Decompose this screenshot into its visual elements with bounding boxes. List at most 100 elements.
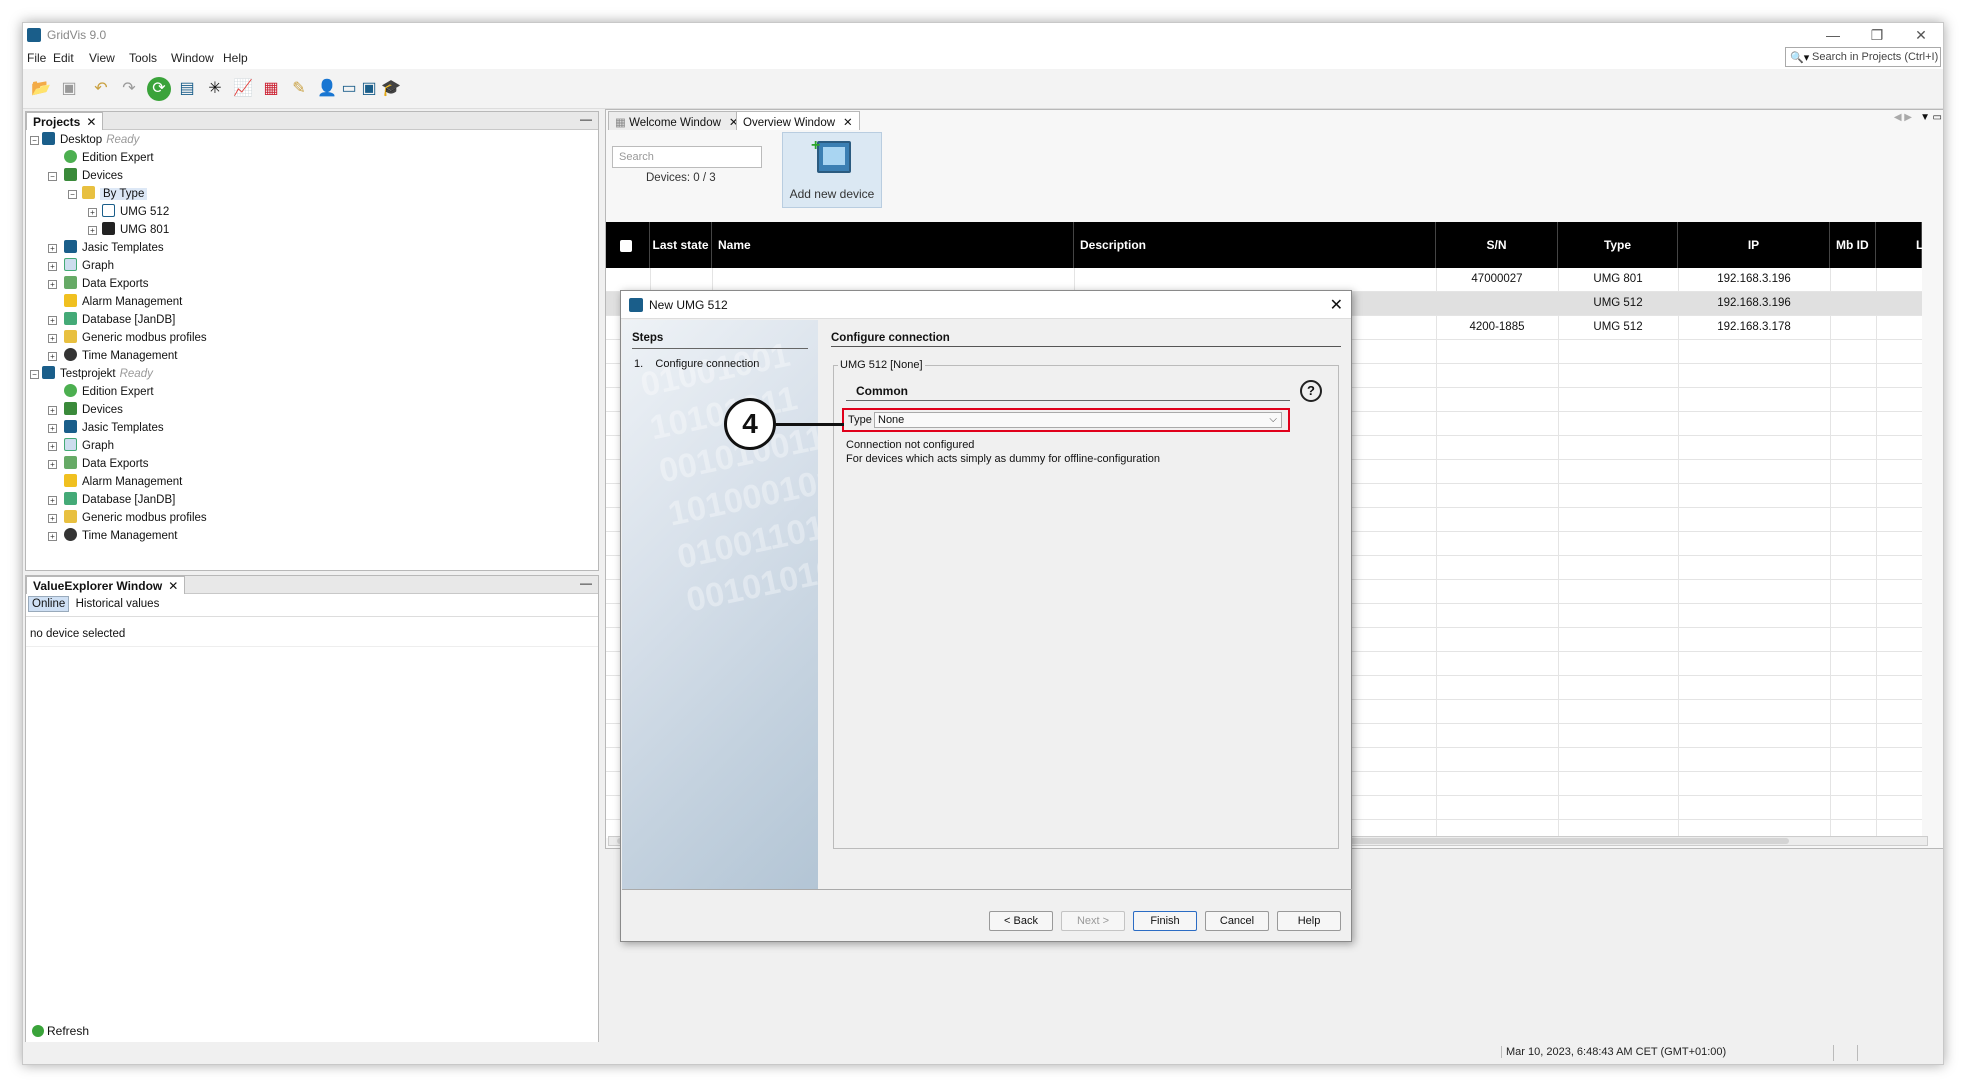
tree-item-modbus[interactable]: Generic modbus profiles xyxy=(64,510,207,526)
add-new-device-button[interactable]: + Add new device xyxy=(782,132,882,208)
expand-icon[interactable]: + xyxy=(48,316,57,325)
tree-item-database[interactable]: Database [JanDB] xyxy=(64,492,175,508)
tree-item-devices[interactable]: Devices xyxy=(64,402,123,418)
overview-search-input[interactable]: Search xyxy=(612,146,762,168)
tree-item-alarm[interactable]: Alarm Management xyxy=(64,474,182,490)
collapse-icon[interactable]: − xyxy=(68,190,77,199)
menu-file[interactable]: File xyxy=(27,51,46,65)
col-mb-id[interactable]: Mb ID xyxy=(1830,222,1876,268)
tree-item-desktop[interactable]: Desktop Ready xyxy=(42,132,139,148)
help-icon[interactable]: ? xyxy=(1300,380,1322,402)
expand-icon[interactable]: + xyxy=(48,352,57,361)
topology-icon[interactable]: ✳ xyxy=(203,77,227,101)
close-icon[interactable]: ✕ xyxy=(1330,295,1343,315)
expand-icon[interactable]: + xyxy=(48,514,57,523)
expand-icon[interactable]: + xyxy=(48,334,57,343)
tab-welcome-window[interactable]: ▦ Welcome Window ✕ xyxy=(608,111,746,130)
back-button[interactable]: < Back xyxy=(989,911,1053,931)
tab-projects[interactable]: Projects ✕ xyxy=(26,112,104,130)
undo-icon[interactable]: ↶ xyxy=(89,77,113,101)
menu-window[interactable]: Window xyxy=(171,51,214,65)
select-all-checkbox[interactable] xyxy=(620,240,632,252)
menu-edit[interactable]: Edit xyxy=(53,51,74,65)
tree-item-modbus[interactable]: Generic modbus profiles xyxy=(64,330,207,346)
finish-button[interactable]: Finish xyxy=(1133,911,1197,931)
expand-icon[interactable]: + xyxy=(48,406,57,415)
expand-icon[interactable]: + xyxy=(88,208,97,217)
expand-icon[interactable]: + xyxy=(48,244,57,253)
tab-overview-window[interactable]: Overview Window ✕ xyxy=(736,111,860,130)
expand-icon[interactable]: + xyxy=(48,280,57,289)
tree-item-data-exports[interactable]: Data Exports xyxy=(64,276,148,292)
user-icon[interactable]: 👤 xyxy=(315,77,339,101)
tree-item-jasic[interactable]: Jasic Templates xyxy=(64,420,164,436)
col-type[interactable]: Type xyxy=(1558,222,1678,268)
tree-item-umg512[interactable]: UMG 512 xyxy=(102,204,169,220)
menu-tools[interactable]: Tools xyxy=(129,51,157,65)
redo-icon[interactable]: ↷ xyxy=(117,77,141,101)
collapse-icon[interactable]: − xyxy=(30,370,39,379)
expand-icon[interactable]: + xyxy=(48,262,57,271)
help-button[interactable]: Help xyxy=(1277,911,1341,931)
minimize-icon[interactable]: — xyxy=(1811,25,1855,45)
close-icon[interactable]: ✕ xyxy=(1899,25,1943,45)
next-button[interactable]: Next > xyxy=(1061,911,1125,931)
minimize-panel-icon[interactable]: — xyxy=(580,576,592,590)
expand-icon[interactable]: + xyxy=(48,442,57,451)
collapse-icon[interactable]: − xyxy=(30,136,39,145)
expand-icon[interactable]: + xyxy=(48,532,57,541)
tree-item-by-type[interactable]: By Type xyxy=(82,186,148,202)
expand-icon[interactable]: + xyxy=(48,496,57,505)
expand-icon[interactable]: + xyxy=(48,424,57,433)
tree-item-data-exports[interactable]: Data Exports xyxy=(64,456,148,472)
refresh-button[interactable]: Refresh xyxy=(32,1024,89,1038)
col-ip[interactable]: IP xyxy=(1678,222,1830,268)
tree-item-umg801[interactable]: UMG 801 xyxy=(102,222,169,238)
save-icon[interactable]: ▣ xyxy=(57,77,81,101)
expand-icon[interactable]: + xyxy=(88,226,97,235)
maximize-icon[interactable]: ▭ xyxy=(1933,112,1942,123)
tab-online[interactable]: Online xyxy=(28,596,70,612)
tree-item-graph[interactable]: Graph xyxy=(64,258,114,274)
restore-icon[interactable]: ❐ xyxy=(1855,25,1899,45)
tree-item-database[interactable]: Database [JanDB] xyxy=(64,312,175,328)
device-icon[interactable]: ▤ xyxy=(175,77,199,101)
graph-icon[interactable]: 📈 xyxy=(231,77,255,101)
tools-icon[interactable]: ✎ xyxy=(287,77,311,101)
graduation-cap-icon[interactable]: 🎓 xyxy=(379,77,403,101)
close-icon[interactable]: ✕ xyxy=(168,579,178,593)
refresh-icon[interactable]: ⟳ xyxy=(147,77,171,101)
collapse-icon[interactable]: − xyxy=(48,172,57,181)
open-project-icon[interactable]: 📂 xyxy=(29,77,53,101)
tab-value-explorer[interactable]: ValueExplorer Window ✕ xyxy=(26,576,186,594)
col-l[interactable]: L xyxy=(1876,222,1923,268)
tree-item-edition-expert[interactable]: Edition Expert xyxy=(64,150,154,166)
col-last-state[interactable]: Last state xyxy=(650,222,712,268)
expand-icon[interactable]: + xyxy=(48,460,57,469)
table-row[interactable]: 47000027 UMG 801 192.168.3.196 xyxy=(606,268,1922,292)
tree-item-alarm[interactable]: Alarm Management xyxy=(64,294,182,310)
monitor-icon[interactable]: ▣ xyxy=(357,77,381,101)
cancel-button[interactable]: Cancel xyxy=(1205,911,1269,931)
menu-help[interactable]: Help xyxy=(223,51,248,65)
tree-item-devices[interactable]: Devices xyxy=(64,168,123,184)
tree-item-graph[interactable]: Graph xyxy=(64,438,114,454)
col-sn[interactable]: S/N xyxy=(1436,222,1558,268)
tab-scroll-left-icon[interactable]: ◀ ▶ xyxy=(1894,112,1912,123)
tree-item-time[interactable]: Time Management xyxy=(64,348,177,364)
minimize-panel-icon[interactable]: — xyxy=(580,112,592,126)
menu-view[interactable]: View xyxy=(89,51,115,65)
close-icon[interactable]: ✕ xyxy=(843,117,853,129)
col-name[interactable]: Name xyxy=(712,222,1074,268)
search-projects-input[interactable]: 🔍▾ Search in Projects (Ctrl+I) xyxy=(1785,47,1941,67)
tree-item-time[interactable]: Time Management xyxy=(64,528,177,544)
tree-item-jasic[interactable]: Jasic Templates xyxy=(64,240,164,256)
report-icon[interactable]: ▦ xyxy=(259,77,283,101)
tab-list-icon[interactable]: ▼ xyxy=(1920,112,1930,123)
tree-item-edition-expert[interactable]: Edition Expert xyxy=(64,384,154,400)
close-icon[interactable]: ✕ xyxy=(86,115,96,129)
col-description[interactable]: Description xyxy=(1074,222,1436,268)
tree-item-testprojekt[interactable]: Testprojekt Ready xyxy=(42,366,153,382)
tab-historical-values[interactable]: Historical values xyxy=(73,597,163,611)
type-select[interactable]: None ⌵ xyxy=(874,412,1282,428)
